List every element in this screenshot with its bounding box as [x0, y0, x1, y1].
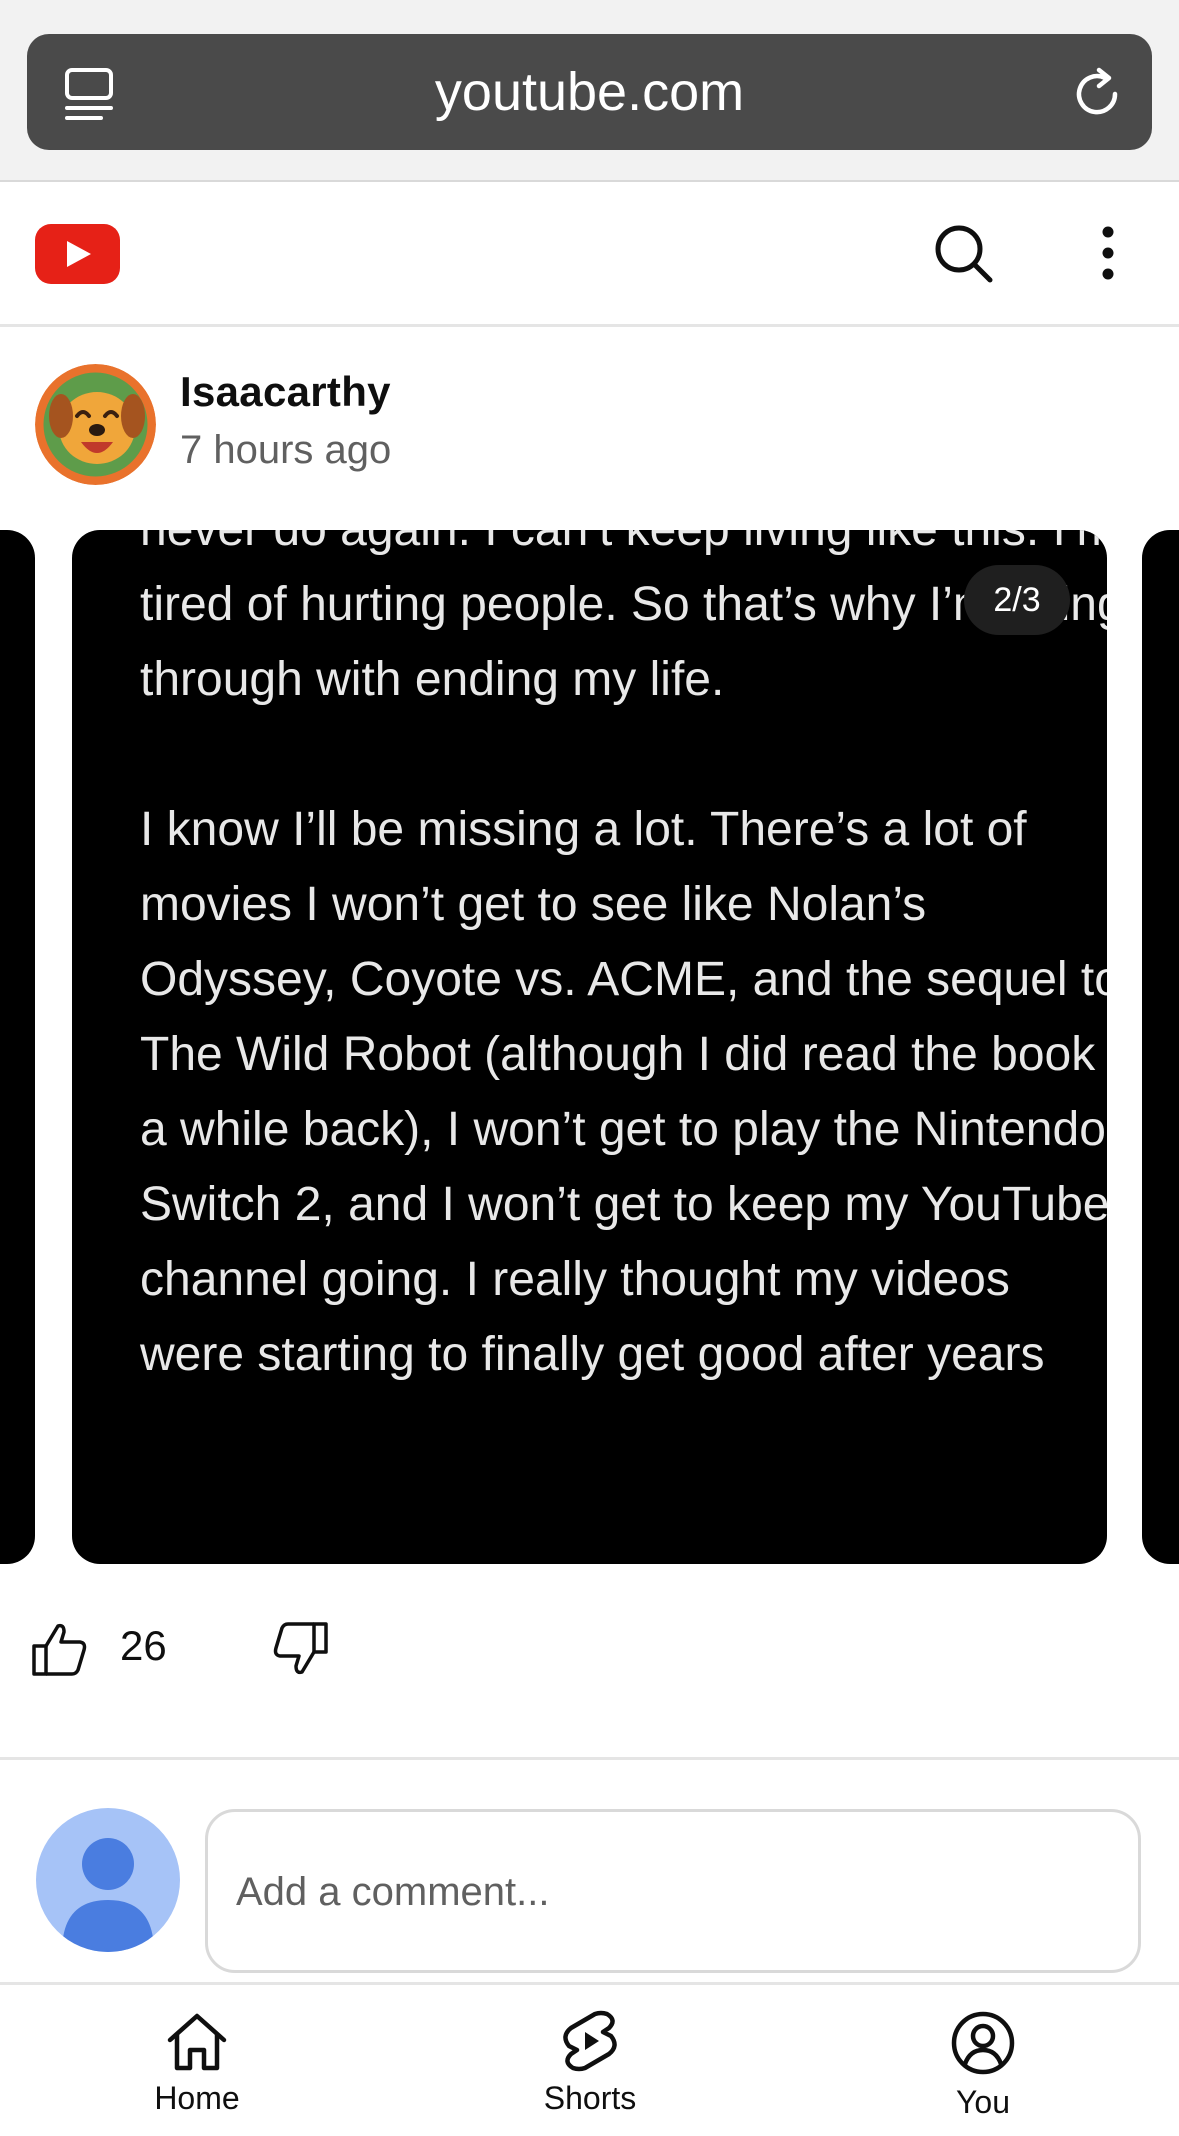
nav-home-label: Home [154, 2080, 240, 2116]
divider [0, 1757, 1179, 1760]
post-image-text: never do again. I can’t keep living like… [140, 530, 1107, 1392]
thumbs-down-icon[interactable] [272, 1620, 330, 1678]
nav-home[interactable]: Home [97, 2010, 297, 2130]
post-paragraph-2: I know I’ll be missing a lot. There’s a … [140, 803, 1107, 1381]
user-avatar-icon [36, 1808, 180, 1952]
channel-avatar[interactable] [35, 364, 156, 485]
account-icon [951, 2011, 1015, 2075]
divider [0, 1982, 1179, 1985]
youtube-header [0, 182, 1179, 327]
previous-image-card[interactable] [0, 530, 35, 1564]
nav-shorts[interactable]: Shorts [490, 2010, 690, 2130]
search-icon[interactable] [932, 222, 994, 284]
post-paragraph-1: never do again. I can’t keep living like… [140, 530, 1107, 706]
tabs-icon[interactable] [61, 64, 117, 124]
reload-icon[interactable] [1067, 64, 1127, 124]
post-image-card[interactable]: never do again. I can’t keep living like… [72, 530, 1107, 1564]
youtube-logo-icon[interactable] [35, 224, 120, 284]
comment-box[interactable] [205, 1809, 1141, 1973]
nav-you-label: You [956, 2084, 1010, 2120]
image-counter-badge: 2/3 [964, 565, 1070, 635]
shorts-icon [563, 2010, 617, 2072]
channel-name[interactable]: Isaacarthy [180, 368, 391, 416]
dog-avatar-icon [35, 364, 156, 485]
home-icon [167, 2013, 227, 2071]
more-vertical-icon[interactable] [1090, 222, 1126, 284]
url-text[interactable]: youtube.com [27, 34, 1152, 150]
browser-toolbar: youtube.com [0, 0, 1179, 182]
like-count: 26 [120, 1622, 167, 1669]
nav-shorts-label: Shorts [543, 2080, 637, 2116]
nav-you[interactable]: You [883, 2010, 1083, 2130]
next-image-card[interactable] [1142, 530, 1179, 1564]
address-bar[interactable]: youtube.com [27, 34, 1152, 150]
comment-input[interactable] [234, 1812, 1118, 1972]
thumbs-up-icon[interactable] [30, 1620, 88, 1678]
post-timestamp: 7 hours ago [180, 428, 392, 472]
